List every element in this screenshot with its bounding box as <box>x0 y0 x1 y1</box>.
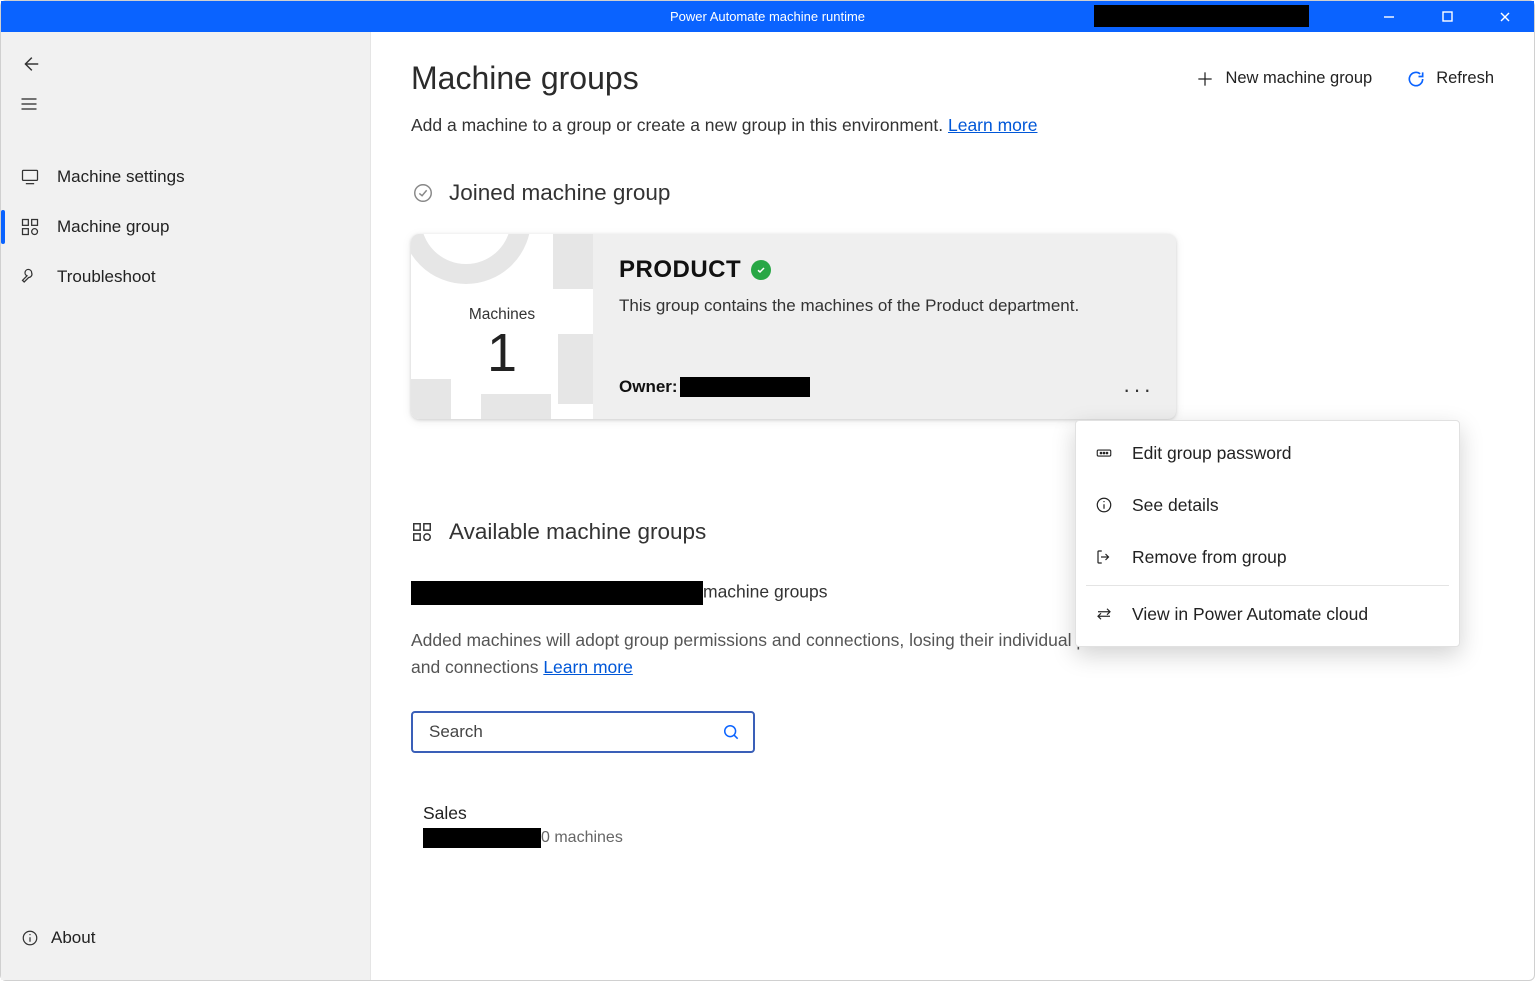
refresh-label: Refresh <box>1436 69 1494 88</box>
group-name: PRODUCT <box>619 256 741 284</box>
back-button[interactable] <box>1 44 370 84</box>
sidebar: Machine settings Machine group Troublesh… <box>1 32 371 980</box>
ctx-item-label: Edit group password <box>1132 443 1292 464</box>
card-tile: Machines 1 <box>411 234 593 419</box>
refresh-icon <box>1406 69 1426 89</box>
machine-group-icon <box>411 521 433 543</box>
ctx-item-label: View in Power Automate cloud <box>1132 604 1368 625</box>
minimize-button[interactable] <box>1360 1 1418 32</box>
search-input[interactable] <box>427 721 721 743</box>
sidebar-item-machine-group[interactable]: Machine group <box>1 202 370 252</box>
owner-label: Owner: <box>619 377 678 397</box>
wrench-icon <box>19 266 41 288</box>
group-item-meta: 0 machines <box>541 829 623 847</box>
ctx-separator <box>1086 585 1449 586</box>
available-heading-text: Available machine groups <box>449 519 706 545</box>
subtext-text: Add a machine to a group or create a new… <box>411 115 948 135</box>
window-controls <box>1360 1 1534 32</box>
available-help-body: Added machines will adopt group permissi… <box>411 630 1170 677</box>
search-icon <box>721 722 741 742</box>
environment-redacted <box>411 581 703 605</box>
sidebar-item-troubleshoot[interactable]: Troubleshoot <box>1 252 370 302</box>
group-description: This group contains the machines of the … <box>619 296 1150 316</box>
new-machine-group-button[interactable]: New machine group <box>1195 69 1372 89</box>
page-subtext: Add a machine to a group or create a new… <box>411 115 1494 136</box>
sidebar-item-label: Machine group <box>57 217 169 237</box>
refresh-button[interactable]: Refresh <box>1406 69 1494 89</box>
available-learn-more-link[interactable]: Learn more <box>543 657 633 677</box>
context-menu: Edit group password See details Remove f… <box>1075 420 1460 647</box>
group-item-name: Sales <box>423 803 1494 824</box>
ctx-remove-from-group[interactable]: Remove from group <box>1076 531 1459 583</box>
sidebar-item-machine-settings[interactable]: Machine settings <box>1 152 370 202</box>
ctx-see-details[interactable]: See details <box>1076 479 1459 531</box>
page-title: Machine groups <box>411 60 639 97</box>
app-shell: Machine settings Machine group Troublesh… <box>1 32 1534 980</box>
joined-group-card: Machines 1 PRODUCT This group contains t… <box>411 234 1176 419</box>
new-group-label: New machine group <box>1225 69 1372 88</box>
leave-icon <box>1094 547 1114 567</box>
info-icon <box>21 929 39 947</box>
machine-group-icon <box>19 216 41 238</box>
about-button[interactable]: About <box>1 918 370 958</box>
available-sub-post: machine groups <box>703 582 828 602</box>
ctx-item-label: See details <box>1132 495 1219 516</box>
ctx-item-label: Remove from group <box>1132 547 1287 568</box>
sidebar-item-label: Machine settings <box>57 167 185 187</box>
search-field[interactable] <box>411 711 755 753</box>
ctx-edit-password[interactable]: Edit group password <box>1076 427 1459 479</box>
machines-label: Machines <box>469 306 535 324</box>
hamburger-button[interactable] <box>1 84 370 124</box>
group-item-owner-redacted <box>423 828 541 848</box>
swap-icon <box>1094 604 1114 624</box>
owner-redacted <box>680 377 810 397</box>
maximize-button[interactable] <box>1418 1 1476 32</box>
title-bar: Power Automate machine runtime <box>1 1 1534 32</box>
joined-heading-text: Joined machine group <box>449 180 670 206</box>
available-group-item[interactable]: Sales 0 machines <box>423 803 1494 848</box>
info-icon <box>1094 495 1114 515</box>
password-icon <box>1094 443 1114 463</box>
user-redacted <box>1094 5 1309 27</box>
status-ok-badge <box>751 260 771 280</box>
ctx-view-cloud[interactable]: View in Power Automate cloud <box>1076 588 1459 640</box>
app-title: Power Automate machine runtime <box>670 9 865 24</box>
more-options-button[interactable]: ··· <box>1123 384 1154 395</box>
learn-more-link[interactable]: Learn more <box>948 115 1038 135</box>
machines-count: 1 <box>487 326 517 380</box>
close-button[interactable] <box>1476 1 1534 32</box>
about-label: About <box>51 928 95 948</box>
sidebar-item-label: Troubleshoot <box>57 267 156 287</box>
monitor-icon <box>19 166 41 188</box>
joined-group-heading: Joined machine group <box>411 180 1494 206</box>
plus-icon <box>1195 69 1215 89</box>
check-circle-icon <box>411 181 435 205</box>
